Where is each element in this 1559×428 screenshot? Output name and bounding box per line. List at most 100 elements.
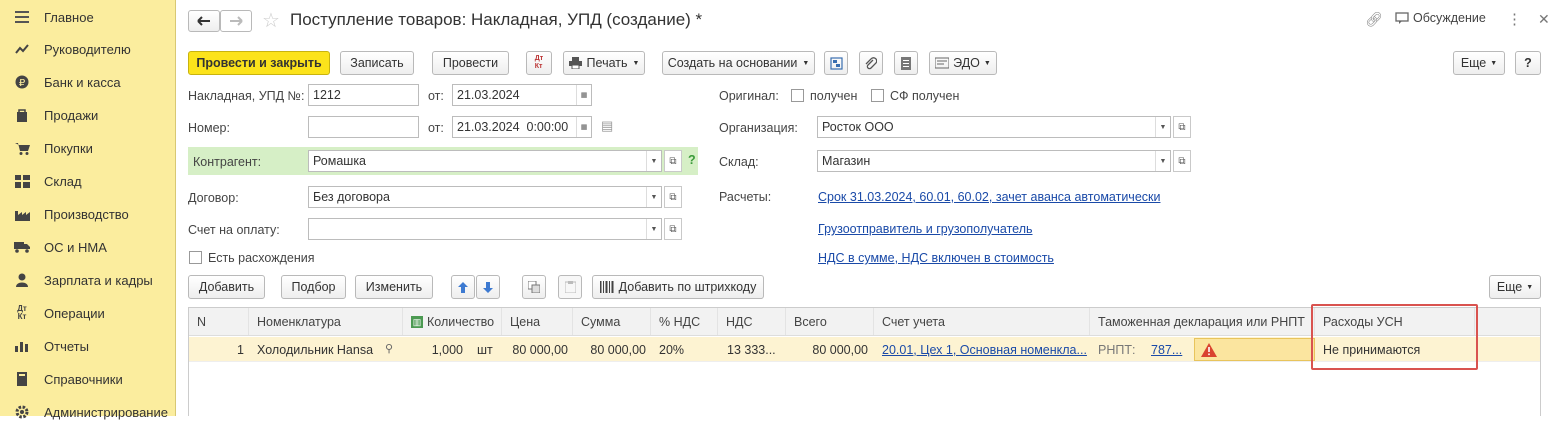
column-header-customs[interactable]: Таможенная декларация или РНПТ — [1090, 308, 1315, 335]
column-header-total[interactable]: Всего — [786, 308, 874, 335]
clipboard-icon — [564, 281, 576, 293]
copy-icon — [528, 281, 540, 293]
column-header-n[interactable]: N — [189, 308, 249, 335]
cell-qty[interactable]: 1,000 — [403, 337, 463, 362]
contract-input[interactable]: Без договора ▼ — [308, 186, 662, 208]
sidebar-item-sales[interactable]: Продажи — [0, 99, 176, 131]
shipper-link[interactable]: Грузоотправитель и грузополучатель — [818, 222, 1033, 236]
column-header-qty[interactable]: ▥ Количество — [403, 308, 502, 335]
warehouse-input[interactable]: Магазин ▼ — [817, 150, 1171, 172]
column-header-account[interactable]: Счет учета — [874, 308, 1090, 335]
invoice-date-input[interactable]: 21.03.2024 ▦ — [452, 84, 592, 106]
paste-button[interactable] — [558, 275, 582, 299]
dropdown-icon[interactable]: ▼ — [1155, 151, 1170, 171]
column-header-price[interactable]: Цена — [502, 308, 573, 335]
copy-row-button[interactable] — [522, 275, 546, 299]
back-button[interactable] — [188, 10, 220, 32]
edo-button[interactable]: ЭДО ▼ — [929, 51, 997, 75]
cell-account-link[interactable]: 20.01, Цех 1, Основная номенкла... — [882, 337, 1087, 362]
bag-icon — [0, 108, 44, 122]
sidebar-item-os-nma[interactable]: ОС и НМА — [0, 231, 176, 263]
add-by-barcode-button[interactable]: Добавить по штрихкоду — [592, 275, 764, 299]
chevron-down-icon: ▼ — [632, 59, 640, 67]
column-header-sum[interactable]: Сумма — [573, 308, 651, 335]
cell-rnpt-link[interactable]: 787... — [1151, 337, 1191, 362]
organization-input[interactable]: Росток ООО ▼ — [817, 116, 1171, 138]
forward-button[interactable] — [220, 10, 252, 32]
close-icon[interactable]: ✕ — [1538, 11, 1550, 28]
post-and-close-button[interactable]: Провести и закрыть — [188, 51, 330, 75]
add-button[interactable]: Добавить — [188, 275, 265, 299]
edit-button[interactable]: Изменить — [355, 275, 433, 299]
create-based-on-button[interactable]: Создать на основании ▼ — [662, 51, 815, 75]
calendar-icon[interactable]: ▦ — [576, 117, 591, 137]
attach-button[interactable] — [859, 51, 883, 75]
open-icon[interactable]: ⧉ — [1173, 116, 1191, 138]
invoice-number-label: Накладная, УПД №: — [188, 89, 305, 103]
open-icon[interactable]: ⧉ — [664, 218, 682, 240]
datetime-input[interactable]: 21.03.2024 0:00:00 ▦ — [452, 116, 592, 138]
sidebar-item-main[interactable]: Главное — [0, 1, 176, 33]
sidebar-item-purchases[interactable]: Покупки — [0, 132, 176, 164]
move-down-button[interactable] — [476, 275, 500, 299]
column-header-vat[interactable]: НДС — [718, 308, 786, 335]
cell-price[interactable]: 80 000,00 — [502, 337, 568, 362]
column-header-vat-rate[interactable]: % НДС — [651, 308, 718, 335]
help-button[interactable]: ? — [1515, 51, 1541, 75]
star-icon[interactable]: ☆ — [262, 8, 280, 33]
post-button[interactable]: Провести — [432, 51, 509, 75]
save-button[interactable]: Записать — [340, 51, 414, 75]
warehouse-icon — [0, 174, 44, 188]
sidebar-item-operations[interactable]: Дт Кт Операции — [0, 297, 176, 329]
sidebar-item-reports[interactable]: Отчеты — [0, 330, 176, 362]
cell-vat[interactable]: 13 333... — [727, 337, 785, 362]
dropdown-icon[interactable]: ▼ — [1155, 117, 1170, 137]
vat-link[interactable]: НДС в сумме, НДС включен в стоимость — [818, 251, 1054, 265]
sidebar-item-director[interactable]: Руководителю — [0, 33, 176, 65]
column-header-item[interactable]: Номенклатура — [249, 308, 403, 335]
number-input[interactable] — [308, 116, 419, 138]
dt-kt-button[interactable]: Дт Кт — [526, 51, 552, 75]
dropdown-icon[interactable]: ▼ — [646, 187, 661, 207]
link-icon[interactable]: 🔗︎ — [1365, 11, 1383, 28]
number-label: Номер: — [188, 121, 230, 135]
discrepancy-checkbox[interactable] — [189, 251, 202, 264]
cell-item[interactable]: Холодильник Hansa — [257, 337, 377, 362]
sidebar-item-salary[interactable]: Зарплата и кадры — [0, 264, 176, 296]
print-button[interactable]: Печать ▼ — [563, 51, 645, 75]
settlements-link[interactable]: Срок 31.03.2024, 60.01, 60.02, зачет ава… — [818, 190, 1160, 204]
table-more-button[interactable]: Еще ▼ — [1489, 275, 1541, 299]
invoice-number-input[interactable]: 1212 — [308, 84, 419, 106]
pick-button[interactable]: Подбор — [281, 275, 346, 299]
cart-icon — [0, 142, 44, 155]
calendar-icon[interactable]: ▦ — [576, 85, 591, 105]
more-vertical-icon[interactable]: ⋮ — [1507, 10, 1522, 28]
magnifier-icon[interactable]: ⚲ — [385, 342, 393, 355]
received-checkbox[interactable] — [791, 89, 804, 102]
payment-invoice-input[interactable]: ▼ — [308, 218, 662, 240]
help-mark[interactable]: ? — [688, 153, 696, 167]
open-icon[interactable]: ⧉ — [664, 186, 682, 208]
notes-button[interactable] — [894, 51, 918, 75]
sidebar-item-admin[interactable]: Администрирование — [0, 396, 176, 428]
structure-button[interactable] — [824, 51, 848, 75]
structure-icon — [829, 56, 843, 70]
sidebar-item-bank[interactable]: ₽ Банк и касса — [0, 66, 176, 98]
settlements-label: Расчеты: — [719, 190, 772, 204]
dropdown-icon[interactable]: ▼ — [646, 151, 661, 171]
move-up-button[interactable] — [451, 275, 475, 299]
discussion-button[interactable]: Обсуждение — [1395, 11, 1486, 25]
cell-vat-rate[interactable]: 20% — [659, 337, 714, 362]
open-icon[interactable]: ⧉ — [1173, 150, 1191, 172]
cell-customs-warning[interactable] — [1194, 338, 1315, 361]
dropdown-icon[interactable]: ▼ — [646, 219, 661, 239]
sidebar-item-references[interactable]: Справочники — [0, 363, 176, 395]
counterparty-input[interactable]: Ромашка ▼ — [308, 150, 662, 172]
list-icon[interactable]: ▤ — [601, 118, 613, 134]
sidebar-item-production[interactable]: Производство — [0, 198, 176, 230]
cell-sum[interactable]: 80 000,00 — [573, 337, 646, 362]
more-button[interactable]: Еще ▼ — [1453, 51, 1505, 75]
sf-received-checkbox[interactable] — [871, 89, 884, 102]
sidebar-item-warehouse[interactable]: Склад — [0, 165, 176, 197]
open-icon[interactable]: ⧉ — [664, 150, 682, 172]
